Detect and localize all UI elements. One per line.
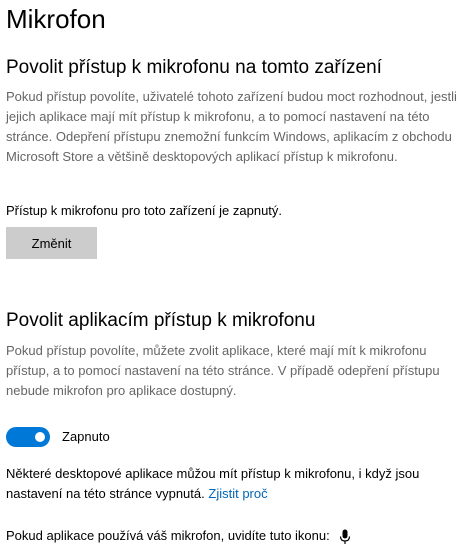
mic-icon-note-text: Pokud aplikace používá váš mikrofon, uvi… xyxy=(6,528,330,543)
learn-why-link[interactable]: Zjistit proč xyxy=(208,486,267,501)
change-button[interactable]: Změnit xyxy=(6,227,97,259)
microphone-icon xyxy=(339,529,351,545)
desktop-apps-note: Některé desktopové aplikace můžou mít př… xyxy=(6,464,472,504)
device-access-status: Přístup k mikrofonu pro toto zařízení je… xyxy=(6,203,283,218)
page-title: Mikrofon xyxy=(6,4,106,34)
toggle-knob xyxy=(35,432,45,442)
app-access-heading: Povolit aplikacím přístup k mikrofonu xyxy=(6,310,316,331)
mic-icon-note: Pokud aplikace používá váš mikrofon, uvi… xyxy=(6,526,472,546)
device-access-description: Pokud přístup povolíte, uživatelé tohoto… xyxy=(6,89,457,164)
app-access-toggle[interactable] xyxy=(6,427,50,447)
toggle-state-label: Zapnuto xyxy=(62,429,110,444)
app-access-description: Pokud přístup povolíte, můžete zvolit ap… xyxy=(6,343,440,398)
device-access-heading: Povolit přístup k mikrofonu na tomto zař… xyxy=(6,57,382,78)
app-access-toggle-row: Zapnuto xyxy=(6,425,110,449)
